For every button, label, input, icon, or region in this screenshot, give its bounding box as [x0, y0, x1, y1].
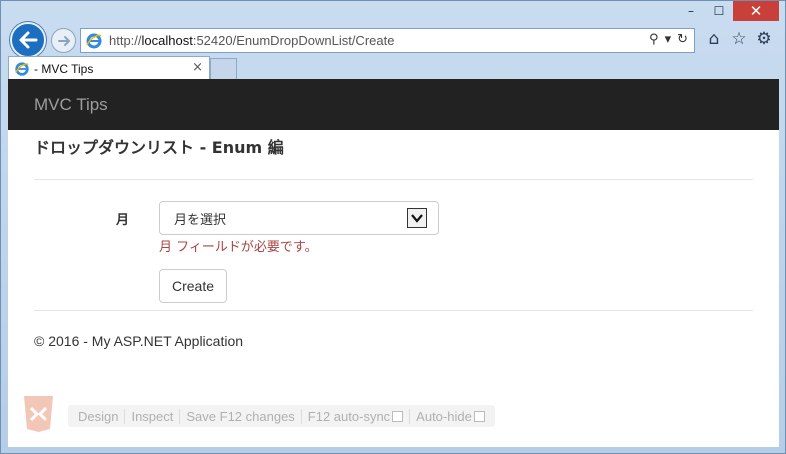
footer-divider: [34, 310, 753, 311]
navbar: MVC Tips: [8, 79, 779, 130]
tab-title: - MVC Tips: [34, 61, 94, 76]
create-form: 月 月を選択 月 フィールドが必要です。 Create: [34, 180, 753, 310]
browser-link-save-f12[interactable]: Save F12 changes: [180, 408, 302, 424]
arrow-right-icon: [57, 35, 70, 46]
browser-window: – ☐ ✕ http://localhost:52420/EnumDropDow…: [0, 0, 786, 454]
browser-link-toolbar: Design Inspect Save F12 changes F12 auto…: [68, 405, 495, 427]
new-tab-button[interactable]: [210, 58, 237, 80]
validation-message: 月 フィールドが必要です。: [159, 240, 318, 255]
ie-icon: [15, 61, 29, 76]
navbar-brand[interactable]: MVC Tips: [34, 95, 108, 115]
dropdown-icon[interactable]: ▾: [665, 32, 672, 47]
close-window-button[interactable]: ✕: [733, 1, 779, 21]
refresh-icon[interactable]: ↻: [677, 32, 688, 47]
favorites-icon[interactable]: ☆: [729, 29, 749, 49]
auto-sync-checkbox[interactable]: [392, 410, 404, 422]
minimize-button[interactable]: –: [677, 1, 705, 21]
page-viewport: MVC Tips ドロップダウンリスト - Enum 編 月 月を選択 月 フィ…: [8, 79, 779, 447]
month-select-value: 月を選択: [174, 213, 227, 228]
chevron-down-icon[interactable]: [407, 208, 427, 228]
window-controls: – ☐ ✕: [677, 1, 779, 23]
footer-text: © 2016 - My ASP.NET Application: [34, 333, 244, 349]
browser-link-auto-hide[interactable]: Auto-hide: [410, 409, 491, 424]
maximize-button[interactable]: ☐: [705, 1, 733, 21]
create-button[interactable]: Create: [159, 269, 227, 303]
browser-link-inspect[interactable]: Inspect: [125, 408, 181, 424]
tab-close-icon[interactable]: ×: [192, 60, 203, 75]
ie-icon: [86, 33, 102, 48]
browser-link-f12-auto-sync[interactable]: F12 auto-sync: [302, 408, 411, 424]
auto-hide-checkbox[interactable]: [473, 410, 485, 422]
browser-link-design[interactable]: Design: [72, 408, 126, 424]
arrow-left-icon: [19, 31, 38, 49]
home-icon[interactable]: ⌂: [704, 29, 724, 49]
search-icon[interactable]: ⚲: [649, 32, 659, 47]
month-select[interactable]: 月を選択: [159, 201, 439, 235]
browser-tab[interactable]: - MVC Tips ×: [8, 56, 210, 80]
settings-icon[interactable]: ⚙: [754, 29, 774, 49]
page-title: ドロップダウンリスト - Enum 編: [34, 138, 284, 157]
forward-button[interactable]: [51, 28, 76, 53]
month-label: 月: [116, 213, 130, 228]
url-text: http://localhost:52420/EnumDropDownList/…: [109, 33, 395, 48]
visual-studio-logo-icon[interactable]: [22, 395, 55, 433]
address-bar[interactable]: http://localhost:52420/EnumDropDownList/…: [80, 28, 695, 53]
back-button[interactable]: [10, 22, 46, 58]
